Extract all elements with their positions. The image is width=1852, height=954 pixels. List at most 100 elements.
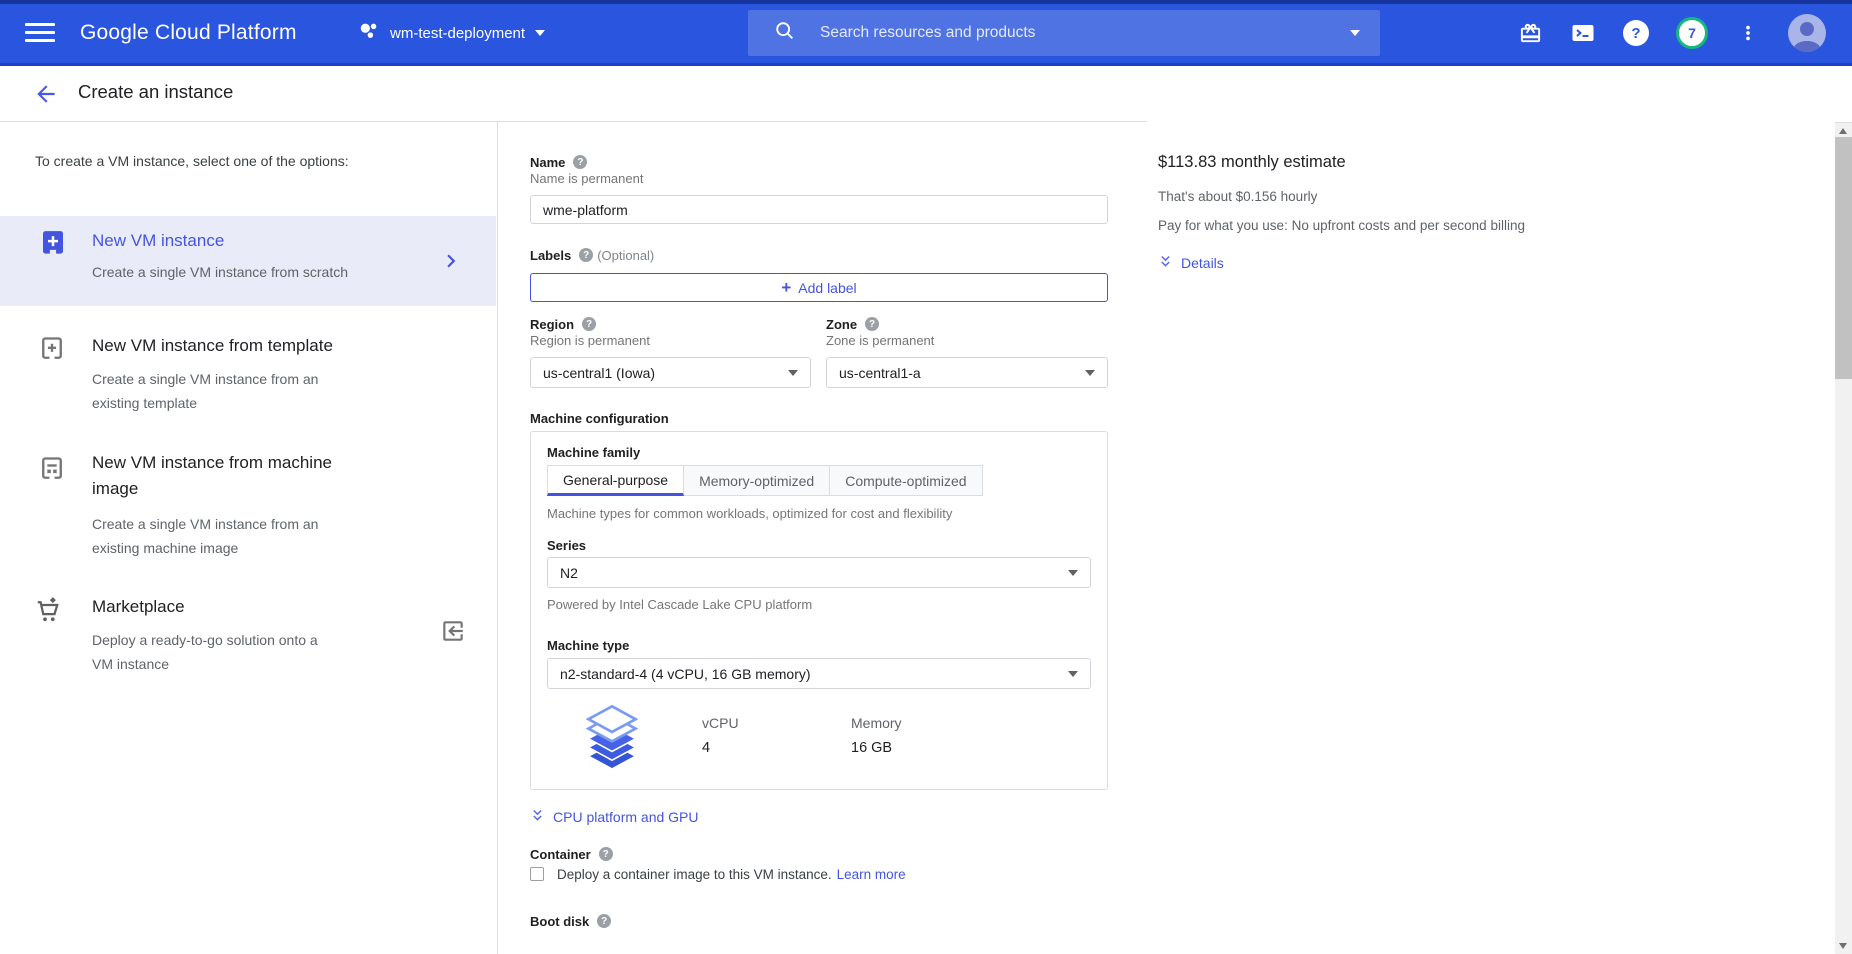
sidebar-intro-text: To create a VM instance, select one of t… — [35, 153, 349, 169]
vm-instance-icon — [38, 228, 68, 263]
vm-template-icon — [38, 335, 66, 368]
machine-config-heading: Machine configuration — [530, 411, 669, 426]
name-label-row: Name — [530, 154, 1108, 170]
labels-label: Labels — [530, 248, 571, 263]
zone-select[interactable]: us-central1-a — [826, 357, 1108, 388]
cpu-platform-gpu-text: CPU platform and GPU — [553, 809, 699, 825]
sidebar-item-description: Create a single VM instance from an exis… — [92, 367, 322, 415]
labels-help-icon[interactable] — [579, 248, 593, 262]
series-helper: Powered by Intel Cascade Lake CPU platfo… — [547, 597, 1091, 613]
chevron-down-icon — [535, 30, 545, 36]
tab-general-purpose[interactable]: General-purpose — [547, 465, 684, 496]
machine-config-heading-row: Machine configuration — [530, 410, 1108, 426]
gcp-logo[interactable]: Google Cloud Platform — [80, 0, 297, 66]
machine-image-icon — [38, 455, 66, 488]
memory-label: Memory — [851, 715, 902, 731]
machine-type-label-row: Machine type — [547, 637, 1091, 653]
name-helper: Name is permanent — [530, 171, 1108, 187]
container-checkbox-row: Deploy a container image to this VM inst… — [530, 865, 1108, 883]
notifications-badge[interactable]: 7 — [1676, 17, 1708, 49]
hourly-estimate: That's about $0.156 hourly — [1158, 189, 1718, 205]
machine-type-select[interactable]: n2-standard-4 (4 vCPU, 16 GB memory) — [547, 658, 1091, 689]
chevron-down-icon — [1085, 370, 1095, 376]
vertical-scrollbar[interactable] — [1835, 122, 1852, 954]
sidebar-item-title: New VM instance from template — [92, 333, 333, 359]
name-help-icon[interactable] — [573, 155, 587, 169]
series-value: N2 — [560, 565, 578, 581]
notification-count: 7 — [1688, 25, 1696, 41]
hamburger-menu-icon[interactable] — [25, 23, 55, 43]
container-help-icon[interactable] — [599, 847, 613, 861]
gift-icon[interactable] — [1517, 20, 1543, 46]
cloud-shell-icon[interactable] — [1570, 20, 1596, 46]
back-arrow-icon[interactable] — [33, 81, 59, 107]
scrollbar-up-arrow[interactable] — [1839, 128, 1847, 134]
instance-name-input[interactable] — [530, 195, 1108, 224]
avatar[interactable] — [1788, 14, 1826, 52]
region-select[interactable]: us-central1 (Iowa) — [530, 357, 811, 388]
details-link[interactable]: Details — [1158, 254, 1718, 272]
container-label-row: Container — [530, 846, 1108, 862]
container-checkbox[interactable] — [530, 867, 544, 881]
chevron-right-icon — [438, 248, 464, 279]
details-link-text: Details — [1181, 255, 1224, 271]
region-help-icon[interactable] — [582, 317, 596, 331]
project-cluster-icon — [358, 20, 380, 47]
tab-memory-optimized[interactable]: Memory-optimized — [684, 465, 830, 496]
sidebar-item-title: New VM instance from machine image — [92, 450, 357, 502]
vcpu-label: vCPU — [702, 715, 794, 731]
machine-family-label: Machine family — [547, 445, 640, 460]
sidebar-item-description: Deploy a ready-to-go solution onto a VM … — [92, 628, 334, 676]
expand-double-chevron-icon — [530, 808, 545, 827]
help-icon[interactable] — [1623, 20, 1649, 46]
container-checkbox-text: Deploy a container image to this VM inst… — [557, 867, 832, 882]
sidebar-item-new-vm-instance[interactable]: New VM instance Create a single VM insta… — [0, 216, 496, 306]
cost-estimate-panel: $113.83 monthly estimate That's about $0… — [1158, 122, 1718, 272]
project-selector[interactable]: wm-test-deployment — [358, 0, 545, 66]
series-label-row: Series — [547, 537, 1091, 553]
region-helper: Region is permanent — [530, 333, 811, 349]
learn-more-link[interactable]: Learn more — [837, 867, 906, 882]
boot-disk-label: Boot disk — [530, 914, 589, 929]
scrollbar-thumb[interactable] — [1835, 137, 1852, 379]
zone-help-icon[interactable] — [865, 317, 879, 331]
search-icon — [774, 20, 796, 47]
expand-double-chevron-icon — [1158, 254, 1173, 273]
sidebar-item-description: Create a single VM instance from scratch — [92, 260, 348, 284]
machine-family-label-row: Machine family — [547, 444, 1091, 460]
tabs-helper: Machine types for common workloads, opti… — [547, 506, 1091, 522]
machine-config-card: Machine family General-purpose Memory-op… — [530, 431, 1108, 790]
sidebar-item-new-vm-from-template[interactable]: New VM instance from template Create a s… — [0, 333, 496, 438]
machine-family-tabs: General-purpose Memory-optimized Compute… — [547, 465, 1091, 496]
plus-icon — [781, 279, 791, 296]
overflow-menu-icon[interactable] — [1735, 20, 1761, 46]
series-select[interactable]: N2 — [547, 557, 1091, 588]
sidebar-item-new-vm-from-machine-image[interactable]: New VM instance from machine image Creat… — [0, 450, 496, 575]
scrollbar-down-arrow[interactable] — [1839, 943, 1847, 949]
zone-helper: Zone is permanent — [826, 333, 1108, 349]
monthly-estimate-title: $113.83 monthly estimate — [1158, 153, 1718, 172]
sidebar-item-marketplace[interactable]: Marketplace Deploy a ready-to-go solutio… — [0, 594, 496, 699]
instance-form: Name Name is permanent Labels (Optional)… — [530, 122, 1108, 929]
labels-label-row: Labels (Optional) — [530, 247, 1108, 263]
region-value: us-central1 (Iowa) — [543, 365, 655, 381]
gcp-create-instance-page: Google Cloud Platform wm-test-deployment… — [0, 0, 1852, 954]
search-dropdown-icon[interactable] — [1350, 30, 1360, 36]
region-label-row: Region — [530, 316, 811, 332]
boot-disk-help-icon[interactable] — [597, 914, 611, 928]
zone-value: us-central1-a — [839, 365, 921, 381]
search-input[interactable] — [820, 24, 1350, 42]
memory-spec: Memory 16 GB — [851, 703, 902, 773]
vcpu-value: 4 — [702, 740, 794, 756]
tab-compute-optimized[interactable]: Compute-optimized — [830, 465, 982, 496]
add-label-text: Add label — [798, 280, 856, 296]
chevron-down-icon — [1068, 570, 1078, 576]
exit-to-app-icon — [440, 618, 466, 649]
cpu-platform-gpu-link[interactable]: CPU platform and GPU — [530, 808, 1108, 826]
page-header: Create an instance — [0, 66, 1852, 121]
layers-stack-icon — [579, 703, 645, 773]
marketplace-cart-icon — [34, 596, 64, 631]
add-label-button[interactable]: Add label — [530, 273, 1108, 302]
search-bar[interactable] — [748, 10, 1380, 56]
name-label: Name — [530, 155, 565, 170]
